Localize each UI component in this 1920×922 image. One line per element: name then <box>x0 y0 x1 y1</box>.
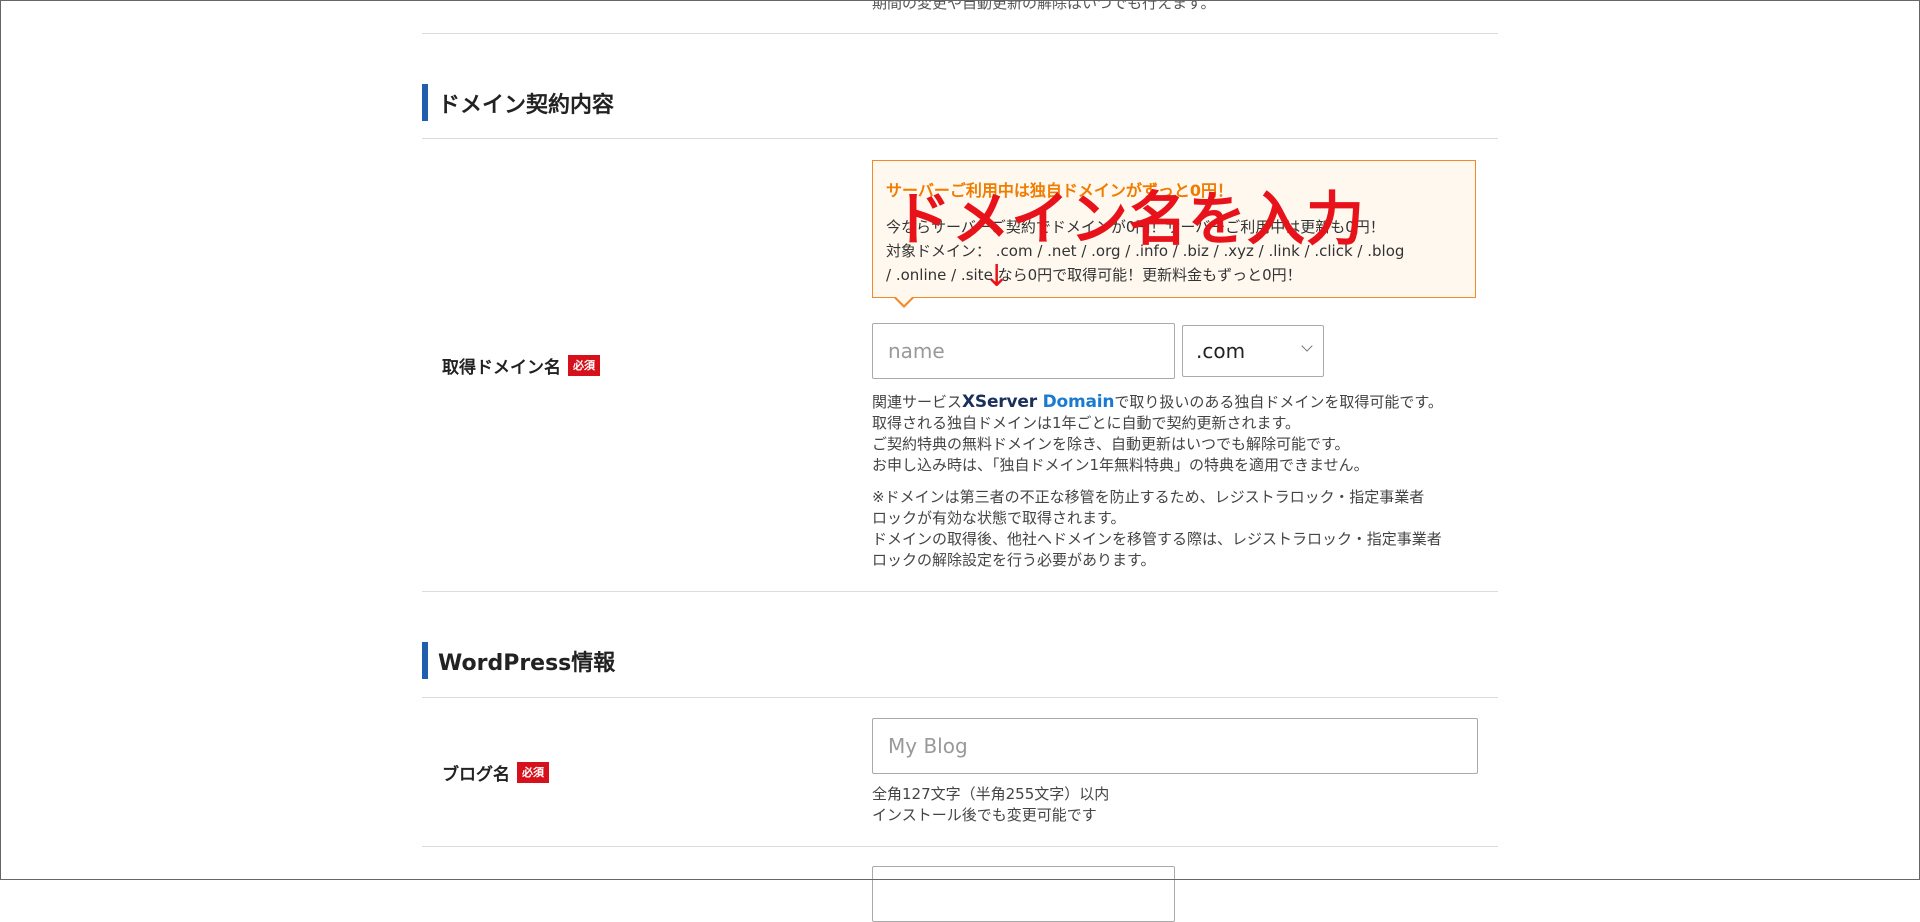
divider <box>422 846 1498 847</box>
down-arrow-icon: ↓ <box>984 259 1010 294</box>
required-badge: 必須 <box>568 354 600 377</box>
blog-name-help: 全角127文字（半角255文字）以内 インストール後でも変更可能です <box>872 784 1109 826</box>
annotation-domain-instruction: ドメイン名を入力 <box>893 185 1366 253</box>
help-line-4: お申し込み時は、「独自ドメイン1年無料特典」の特典を適用できません。 <box>872 456 1369 474</box>
tld-select-value: .com <box>1196 339 1246 363</box>
lock-note-line-2: ロックが有効な状態で取得されます。 <box>872 509 1126 527</box>
domain-help-text: 関連サービスXServer Domainで取り扱いのある独自ドメインを取得可能で… <box>872 392 1443 476</box>
promo-pointer-inner <box>895 296 913 305</box>
renewal-note: 期間の変更や自動更新の解除はいつでも行えます。 <box>872 0 1216 12</box>
blog-name-label: ブログ名 必須 <box>442 760 549 785</box>
blog-help-line-2: インストール後でも変更可能です <box>872 806 1097 824</box>
section-title-domain: ドメイン契約内容 <box>422 84 614 121</box>
help-line-3: ご契約特典の無料ドメインを除き、自動更新はいつでも解除可能です。 <box>872 435 1350 453</box>
xserver-domain-logo: XServer Domain <box>962 392 1114 412</box>
help-line-service: 関連サービスXServer Domainで取り扱いのある独自ドメインを取得可能で… <box>872 392 1443 413</box>
section-title-wordpress-text: WordPress情報 <box>438 650 616 676</box>
lock-note-line-4: ロックの解除設定を行う必要があります。 <box>872 551 1156 569</box>
help-suffix: で取り扱いのある独自ドメインを取得可能です。 <box>1114 393 1443 411</box>
divider <box>422 33 1498 34</box>
divider <box>422 697 1498 698</box>
divider <box>422 591 1498 592</box>
section-title-domain-text: ドメイン契約内容 <box>438 92 615 118</box>
blog-help-line-1: 全角127文字（半角255文字）以内 <box>872 785 1110 803</box>
domain-name-input[interactable]: name <box>872 323 1175 379</box>
section-title-wordpress: WordPress情報 <box>422 642 615 679</box>
lock-note-line-3: ドメインの取得後、他社へドメインを移管する際は、レジストラロック・指定事業者 <box>872 530 1442 548</box>
domain-lock-note: ※ドメインは第三者の不正な移管を防止するため、レジストラロック・指定事業者 ロッ… <box>872 487 1442 571</box>
help-line-2: 取得される独自ドメインは1年ごとに自動で契約更新されます。 <box>872 414 1301 432</box>
section-accent-bar <box>422 84 428 121</box>
blog-name-label-text: ブログ名 <box>442 765 510 785</box>
section-accent-bar <box>422 642 428 679</box>
next-field-input[interactable] <box>872 866 1175 922</box>
logo-xserver: XServer <box>962 392 1037 412</box>
help-prefix: 関連サービス <box>872 393 963 411</box>
logo-domain: Domain <box>1042 392 1115 412</box>
required-badge: 必須 <box>517 761 549 784</box>
blog-name-input[interactable]: My Blog <box>872 718 1478 774</box>
tld-select[interactable]: .com <box>1182 325 1324 377</box>
lock-note-line-1: ※ドメインは第三者の不正な移管を防止するため、レジストラロック・指定事業者 <box>872 488 1425 506</box>
chevron-down-icon <box>1301 340 1313 352</box>
promo-line-3: / .online / .site なら0円で取得可能！更新料金もずっと0円！ <box>886 266 1302 284</box>
domain-field-label: 取得ドメイン名 必須 <box>442 353 600 378</box>
divider <box>422 138 1498 139</box>
domain-field-label-text: 取得ドメイン名 <box>442 358 561 378</box>
